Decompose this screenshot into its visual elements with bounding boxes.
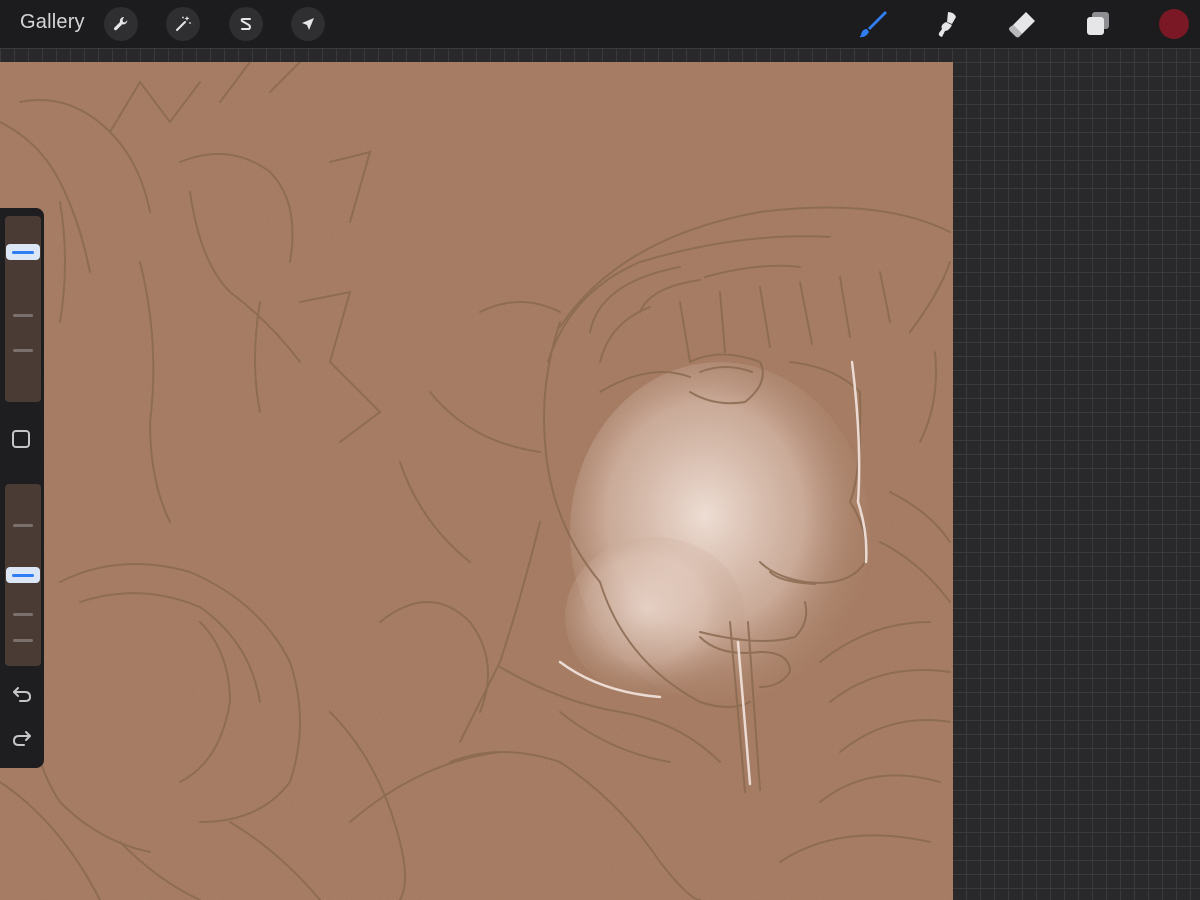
- brush-icon: [859, 11, 887, 38]
- drawing-canvas[interactable]: [0, 62, 953, 900]
- sketch-artwork: [0, 62, 953, 900]
- magic-wand-icon: [176, 16, 191, 31]
- left-sidebar: [0, 208, 44, 768]
- undo-icon: [13, 687, 32, 702]
- slider-tick: [13, 524, 33, 527]
- selection-s-icon: [240, 18, 251, 30]
- eraser-tool-button[interactable]: [1004, 6, 1040, 42]
- brush-size-slider[interactable]: [5, 216, 41, 402]
- smudge-tool-button[interactable]: [928, 6, 964, 42]
- layers-button[interactable]: [1080, 6, 1116, 42]
- brush-tool-button[interactable]: [855, 6, 891, 42]
- wrench-icon: [114, 16, 128, 31]
- layers-icon: [1087, 12, 1109, 35]
- slider-tick: [13, 613, 33, 616]
- redo-icon: [12, 731, 31, 746]
- arrow-cursor-icon: [302, 18, 314, 30]
- color-picker-button[interactable]: [1159, 9, 1189, 39]
- actions-button[interactable]: [104, 7, 138, 41]
- smudge-icon: [938, 12, 956, 37]
- undo-button[interactable]: [10, 682, 34, 706]
- modify-button[interactable]: [12, 430, 30, 448]
- gallery-button[interactable]: Gallery: [20, 11, 85, 34]
- eraser-icon: [1009, 12, 1035, 38]
- brush-size-thumb[interactable]: [6, 244, 40, 260]
- redo-button[interactable]: [10, 726, 34, 750]
- slider-tick: [13, 639, 33, 642]
- selection-button[interactable]: [229, 7, 263, 41]
- adjustments-button[interactable]: [166, 7, 200, 41]
- opacity-slider[interactable]: [5, 484, 41, 666]
- top-toolbar: Gallery: [0, 0, 1200, 48]
- slider-tick: [13, 314, 33, 317]
- slider-tick: [13, 349, 33, 352]
- transform-button[interactable]: [291, 7, 325, 41]
- opacity-thumb[interactable]: [6, 567, 40, 583]
